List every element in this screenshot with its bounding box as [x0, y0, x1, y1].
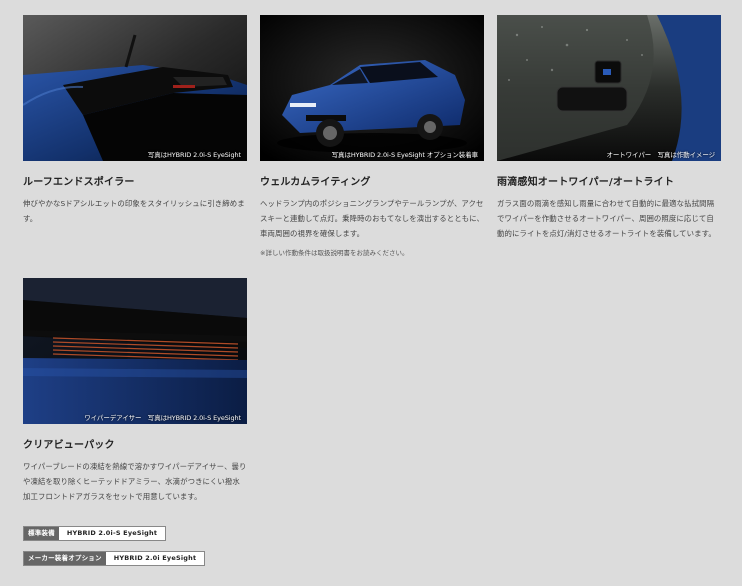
- feature-card-clear-view-pack: ワイパーデアイサー 写真はHYBRID 2.0i-S EyeSight クリアビ…: [23, 278, 247, 504]
- roof-spoiler-photo: 写真はHYBRID 2.0i-S EyeSight: [23, 15, 247, 161]
- standard-equipment-badge: 標準装備 HYBRID 2.0i-S EyeSight: [23, 526, 167, 541]
- clear-view-description: ワイパーブレードの凍結を熱線で溶かすワイパーデアイサー、曇りや凍結を取り除くヒー…: [23, 462, 247, 501]
- maker-option-badge: メーカー装着オプション HYBRID 2.0i EyeSight: [23, 551, 206, 566]
- auto-wiper-caption: オートワイパー 写真は作動イメージ: [606, 150, 715, 159]
- auto-wiper-title: 雨滴感知オートワイパー/オートライト: [497, 177, 675, 188]
- clear-view-image: [23, 278, 247, 424]
- feature-card-auto-wiper: オートワイパー 写真は作動イメージ 雨滴感知オートワイパー/オートライト ガラス…: [497, 15, 721, 241]
- standard-equipment-grade: HYBRID 2.0i-S EyeSight: [66, 529, 158, 537]
- maker-option-grade: HYBRID 2.0i EyeSight: [113, 554, 197, 562]
- welcome-lighting-description: ヘッドランプ内のポジショニングランプやテールランプが、アクセスキーと連動して点灯…: [260, 199, 484, 238]
- auto-wiper-description: ガラス面の雨滴を感知し雨量に合わせて自動的に最適な払拭間隔でワイパーを作動させる…: [497, 199, 716, 238]
- auto-wiper-image: [497, 15, 721, 161]
- welcome-lighting-image: [260, 15, 484, 161]
- standard-equipment-tag: 標準装備: [24, 527, 59, 540]
- welcome-lighting-note: ※詳しい作動条件は取扱説明書をお読みください。: [260, 249, 409, 257]
- clear-view-caption: ワイパーデアイサー 写真はHYBRID 2.0i-S EyeSight: [84, 413, 241, 422]
- roof-spoiler-description: 伸びやかなSドアシルエットの印象をスタイリッシュに引き締めます。: [23, 199, 245, 223]
- clear-view-title: クリアビューパック: [23, 440, 115, 451]
- welcome-lighting-caption: 写真はHYBRID 2.0i-S EyeSight オプション装着車: [331, 150, 478, 159]
- welcome-lighting-photo: 写真はHYBRID 2.0i-S EyeSight オプション装着車: [260, 15, 484, 161]
- maker-option-tag: メーカー装着オプション: [24, 552, 106, 565]
- auto-wiper-photo: オートワイパー 写真は作動イメージ: [497, 15, 721, 161]
- welcome-lighting-title: ウェルカムライティング: [260, 177, 371, 188]
- roof-spoiler-image: [23, 15, 247, 161]
- clear-view-photo: ワイパーデアイサー 写真はHYBRID 2.0i-S EyeSight: [23, 278, 247, 424]
- roof-spoiler-caption: 写真はHYBRID 2.0i-S EyeSight: [147, 150, 241, 159]
- roof-spoiler-title: ルーフエンドスポイラー: [23, 177, 135, 188]
- feature-card-roof-spoiler: 写真はHYBRID 2.0i-S EyeSight ルーフエンドスポイラー 伸び…: [23, 15, 247, 226]
- feature-card-welcome-lighting: 写真はHYBRID 2.0i-S EyeSight オプション装着車 ウェルカム…: [260, 15, 484, 257]
